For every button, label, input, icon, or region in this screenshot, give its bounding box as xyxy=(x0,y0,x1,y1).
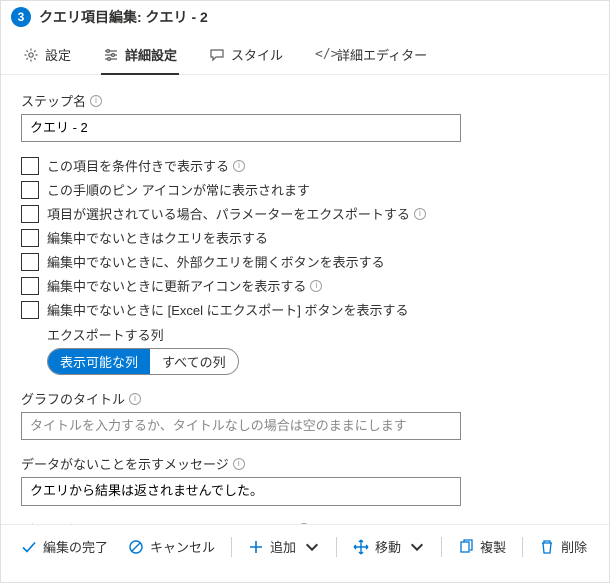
chevron-down-icon xyxy=(304,539,320,555)
tab-style-label: スタイル xyxy=(231,45,283,64)
tab-advanced-label: 詳細設定 xyxy=(125,45,177,64)
add-label: 追加 xyxy=(270,537,296,556)
chart-title-input[interactable] xyxy=(21,412,461,440)
move-button[interactable]: 移動 xyxy=(345,533,433,560)
plus-icon xyxy=(248,539,264,555)
separator xyxy=(522,537,523,557)
delete-label: 削除 xyxy=(561,537,587,556)
checkbox-pin-label: この手順のピン アイコンが常に表示されます xyxy=(47,180,310,199)
add-button[interactable]: 追加 xyxy=(240,533,328,560)
field-step-name: ステップ名 i xyxy=(21,91,589,142)
export-columns-block: エクスポートする列 表示可能な列 すべての列 xyxy=(47,325,589,375)
step-number-badge: 3 xyxy=(11,7,31,27)
checkbox-show-query-label: 編集中でないときはクエリを表示する xyxy=(47,228,268,247)
pill-visible-columns[interactable]: 表示可能な列 xyxy=(48,349,150,374)
tab-editor-label: 詳細エディター xyxy=(337,45,427,64)
gear-icon xyxy=(23,47,39,63)
move-icon xyxy=(353,539,369,555)
done-editing-button[interactable]: 編集の完了 xyxy=(13,533,116,560)
chart-title-label: グラフのタイトル xyxy=(21,389,125,408)
tab-settings-label: 設定 xyxy=(45,45,71,64)
no-data-style-label: データがないことを示すメッセージのスタイル xyxy=(21,520,294,524)
cancel-label: キャンセル xyxy=(150,537,215,556)
copy-icon xyxy=(458,539,474,555)
export-columns-label: エクスポートする列 xyxy=(47,325,589,344)
checkbox-conditional-label: この項目を条件付きで表示する xyxy=(47,156,229,175)
checkbox-export-params-label: 項目が選択されている場合、パラメーターをエクスポートする xyxy=(47,204,410,223)
checkbox-refresh[interactable] xyxy=(21,277,39,295)
checkbox-pin[interactable] xyxy=(21,181,39,199)
sliders-icon xyxy=(103,47,119,63)
done-editing-label: 編集の完了 xyxy=(43,537,108,556)
checkbox-open-external[interactable] xyxy=(21,253,39,271)
checkbox-refresh-label: 編集中でないときに更新アイコンを表示する xyxy=(47,276,306,295)
info-icon[interactable]: i xyxy=(129,393,141,405)
cancel-button[interactable]: キャンセル xyxy=(120,533,223,560)
info-icon[interactable]: i xyxy=(233,458,245,470)
checkbox-excel-export-label: 編集中でないときに [Excel にエクスポート] ボタンを表示する xyxy=(47,300,408,319)
clone-button[interactable]: 複製 xyxy=(450,533,514,560)
pill-all-columns[interactable]: すべての列 xyxy=(150,349,238,374)
delete-button[interactable]: 削除 xyxy=(531,533,595,560)
dialog-title: クエリ項目編集: クエリ - 2 xyxy=(39,7,208,27)
info-icon[interactable]: i xyxy=(310,280,322,292)
checkbox-conditional[interactable] xyxy=(21,157,39,175)
clone-label: 複製 xyxy=(480,537,506,556)
chevron-down-icon xyxy=(409,539,425,555)
field-chart-title: グラフのタイトル i xyxy=(21,389,589,440)
field-no-data-msg: データがないことを示すメッセージ i xyxy=(21,454,589,505)
info-icon[interactable]: i xyxy=(90,95,102,107)
chat-icon xyxy=(209,47,225,63)
separator xyxy=(231,537,232,557)
tab-editor[interactable]: </> 詳細エディター xyxy=(313,39,429,74)
checkbox-open-external-label: 編集中でないときに、外部クエリを開くボタンを表示する xyxy=(47,252,385,271)
trash-icon xyxy=(539,539,555,555)
content-area: ステップ名 i この項目を条件付きで表示する i この手順のピン アイコンが常に… xyxy=(1,75,609,524)
dialog-header: 3 クエリ項目編集: クエリ - 2 xyxy=(1,1,609,29)
check-icon xyxy=(21,539,37,555)
info-icon[interactable]: i xyxy=(414,208,426,220)
code-icon: </> xyxy=(315,47,331,63)
command-bar: 編集の完了 キャンセル 追加 移動 複製 削除 xyxy=(1,524,609,568)
tab-advanced[interactable]: 詳細設定 xyxy=(101,39,179,74)
no-data-msg-input[interactable] xyxy=(21,477,461,505)
separator xyxy=(336,537,337,557)
info-icon[interactable]: i xyxy=(233,160,245,172)
move-label: 移動 xyxy=(375,537,401,556)
step-name-input[interactable] xyxy=(21,114,461,142)
no-data-msg-label: データがないことを示すメッセージ xyxy=(21,454,229,473)
checkbox-excel-export[interactable] xyxy=(21,301,39,319)
cancel-icon xyxy=(128,539,144,555)
tab-bar: 設定 詳細設定 スタイル </> 詳細エディター xyxy=(1,29,609,75)
tab-style[interactable]: スタイル xyxy=(207,39,285,74)
tab-settings[interactable]: 設定 xyxy=(21,39,73,74)
separator xyxy=(441,537,442,557)
checkbox-show-query[interactable] xyxy=(21,229,39,247)
step-name-label: ステップ名 xyxy=(21,91,86,110)
checkbox-export-params[interactable] xyxy=(21,205,39,223)
export-columns-toggle: 表示可能な列 すべての列 xyxy=(47,348,239,375)
